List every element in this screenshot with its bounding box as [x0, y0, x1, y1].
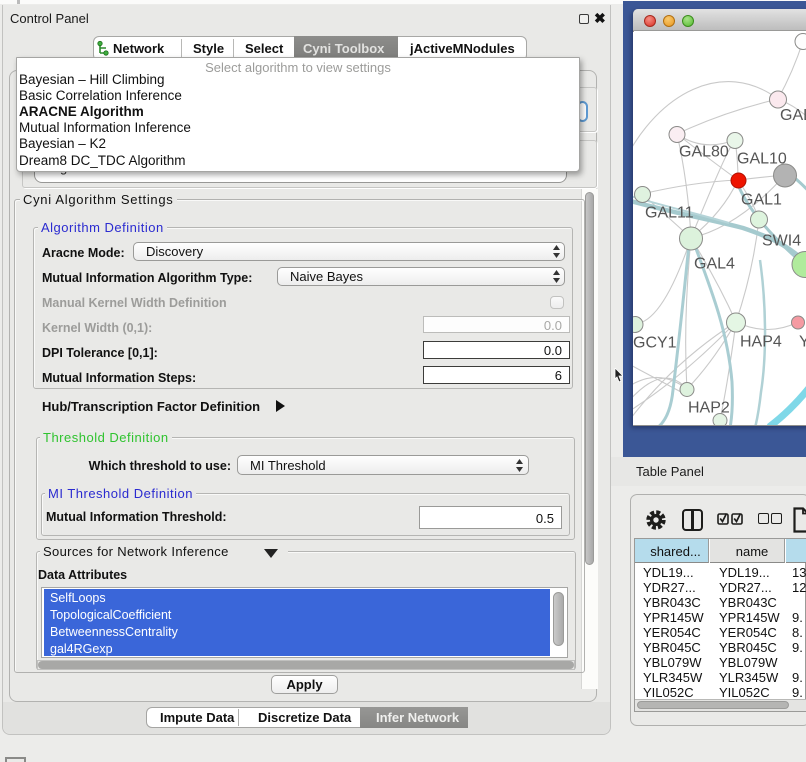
svg-text:GAL1: GAL1: [741, 192, 782, 209]
svg-text:HAP4: HAP4: [740, 334, 782, 351]
svg-text:GCY1: GCY1: [633, 335, 677, 352]
svg-text:GAL4: GAL4: [694, 256, 735, 273]
svg-text:Y: Y: [799, 334, 806, 351]
svg-text:GAL11: GAL11: [645, 205, 694, 222]
svg-text:GAL10: GAL10: [737, 151, 787, 168]
svg-text:GAL7: GAL7: [780, 107, 806, 124]
svg-text:HAP2: HAP2: [688, 400, 730, 417]
svg-text:GAL80: GAL80: [679, 144, 729, 161]
svg-text:SWI4: SWI4: [762, 233, 801, 250]
